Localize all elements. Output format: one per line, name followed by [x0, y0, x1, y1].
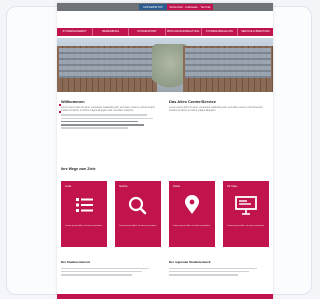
- building-windows-right: [185, 48, 271, 78]
- welcome-text-body: Lorem ipsum dolor sit amet, consetetur s…: [61, 106, 155, 113]
- nav-item-6[interactable]: SERVICE & BERATUNG: [238, 28, 273, 36]
- location-pin-icon: [169, 195, 215, 215]
- tile-list[interactable]: Liste Lorem ipsum dolor sit amet consete…: [61, 181, 107, 247]
- text-line: [61, 127, 129, 129]
- service-title: Das Alles Center/Service: [169, 99, 216, 104]
- tile-text: Lorem ipsum dolor sit amet consetetur: [119, 225, 157, 227]
- tile-title: Liste: [65, 184, 72, 188]
- text-line: [169, 267, 258, 270]
- text-line: [61, 273, 133, 276]
- tile-title: Suche: [119, 184, 128, 188]
- tile-map[interactable]: Karte Lorem ipsum dolor sit amet consete…: [169, 181, 215, 247]
- text-line: [61, 270, 142, 273]
- list-icon: [61, 195, 107, 215]
- footer-bar: [57, 294, 273, 299]
- tile-grid: Liste Lorem ipsum dolor sit amet consete…: [61, 181, 269, 249]
- brand-tagline: Sicherheit · Gebäude · Technik: [167, 4, 213, 10]
- tile-text: Lorem ipsum dolor sit amet consetetur: [227, 225, 265, 227]
- bullet: [59, 104, 61, 106]
- website-preview: UNIVERSITÄT Sicherheit · Gebäude · Techn…: [57, 3, 273, 299]
- service-text: Lorem ipsum dolor sit amet, consetetur s…: [169, 106, 267, 128]
- bullet: [59, 111, 61, 113]
- section-title: Ihre Wege zum Ziele: [61, 167, 96, 171]
- top-bar: UNIVERSITÄT Sicherheit · Gebäude · Techn…: [57, 3, 273, 11]
- presentation-board-icon: [223, 195, 269, 215]
- text-line: [61, 123, 144, 126]
- bottom-left-text: [61, 266, 157, 286]
- bottom-right-text: [169, 266, 267, 286]
- text-line: [61, 114, 148, 116]
- building-windows-left: [59, 48, 155, 78]
- bottom-left-title: Der Studierendenrat: [61, 260, 90, 264]
- bottom-right-title: Der regionale Studentenwerk: [169, 260, 211, 264]
- welcome-text: Lorem ipsum dolor sit amet, consetetur s…: [61, 106, 157, 158]
- search-icon: [115, 195, 161, 215]
- hero-image: [57, 38, 273, 92]
- tile-idea[interactable]: Ihr Idee Lorem ipsum dolor sit amet cons…: [223, 181, 269, 247]
- tile-text: Lorem ipsum dolor sit amet consetetur: [173, 225, 211, 227]
- text-line: [61, 120, 138, 123]
- nav-item-2[interactable]: BEWERBUNG: [93, 28, 130, 36]
- tile-text: Lorem ipsum dolor sit amet consetetur: [65, 225, 103, 227]
- nav-item-1[interactable]: STUDIENANGEBOT: [57, 28, 94, 36]
- brand-logo[interactable]: UNIVERSITÄT: [139, 4, 167, 10]
- tile-title: Karte: [173, 184, 181, 188]
- tile-search[interactable]: Suche Lorem ipsum dolor sit amet consete…: [115, 181, 161, 247]
- text-line: [61, 267, 150, 270]
- main-navigation: STUDIENANGEBOT BEWERBUNG STUDIENSTART PR…: [57, 28, 273, 36]
- nav-item-4[interactable]: PRÜFUNGSVERWALTUNG: [166, 28, 202, 36]
- nav-item-3[interactable]: STUDIENSTART: [129, 28, 166, 36]
- welcome-title: Willkommen: [61, 99, 85, 104]
- text-line: [169, 273, 238, 276]
- nav-item-5[interactable]: STUDIENABSCHLUSS: [202, 28, 238, 36]
- tile-title: Ihr Idee: [227, 184, 238, 188]
- text-line: [169, 270, 250, 273]
- text-line: [61, 117, 154, 120]
- service-text-body: Lorem ipsum dolor sit amet, consetetur s…: [169, 106, 263, 113]
